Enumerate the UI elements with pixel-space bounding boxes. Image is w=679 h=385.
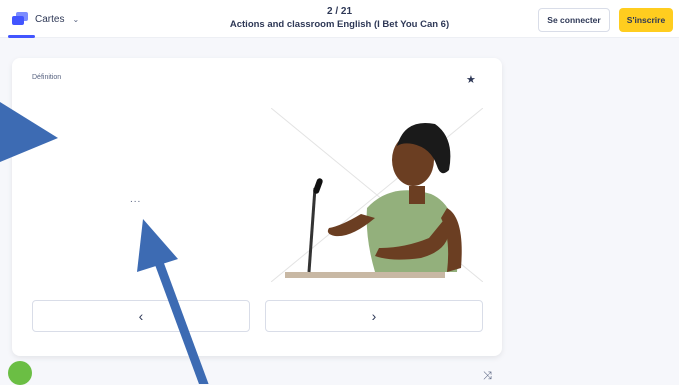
mode-underline xyxy=(8,35,35,38)
chevron-left-icon: ‹ xyxy=(138,308,144,324)
next-card-button[interactable]: › xyxy=(265,300,483,332)
star-icon[interactable]: ★ xyxy=(466,73,476,86)
top-bar: Cartes ⌄ 2 / 21 Actions and classroom En… xyxy=(0,0,679,38)
chevron-right-icon: › xyxy=(371,308,377,324)
flashcard[interactable]: Définition ★ ... ‹ › xyxy=(12,58,502,356)
cookie-icon[interactable] xyxy=(8,361,32,385)
shuffle-icon[interactable]: ⤨ xyxy=(483,370,492,383)
login-button[interactable]: Se connecter xyxy=(538,8,610,32)
previous-card-button[interactable]: ‹ xyxy=(32,300,250,332)
term-placeholder: ... xyxy=(130,194,142,205)
speaker-illustration xyxy=(271,108,483,282)
card-side-label: Définition xyxy=(32,74,62,81)
signup-button[interactable]: S'inscrire xyxy=(619,8,673,32)
